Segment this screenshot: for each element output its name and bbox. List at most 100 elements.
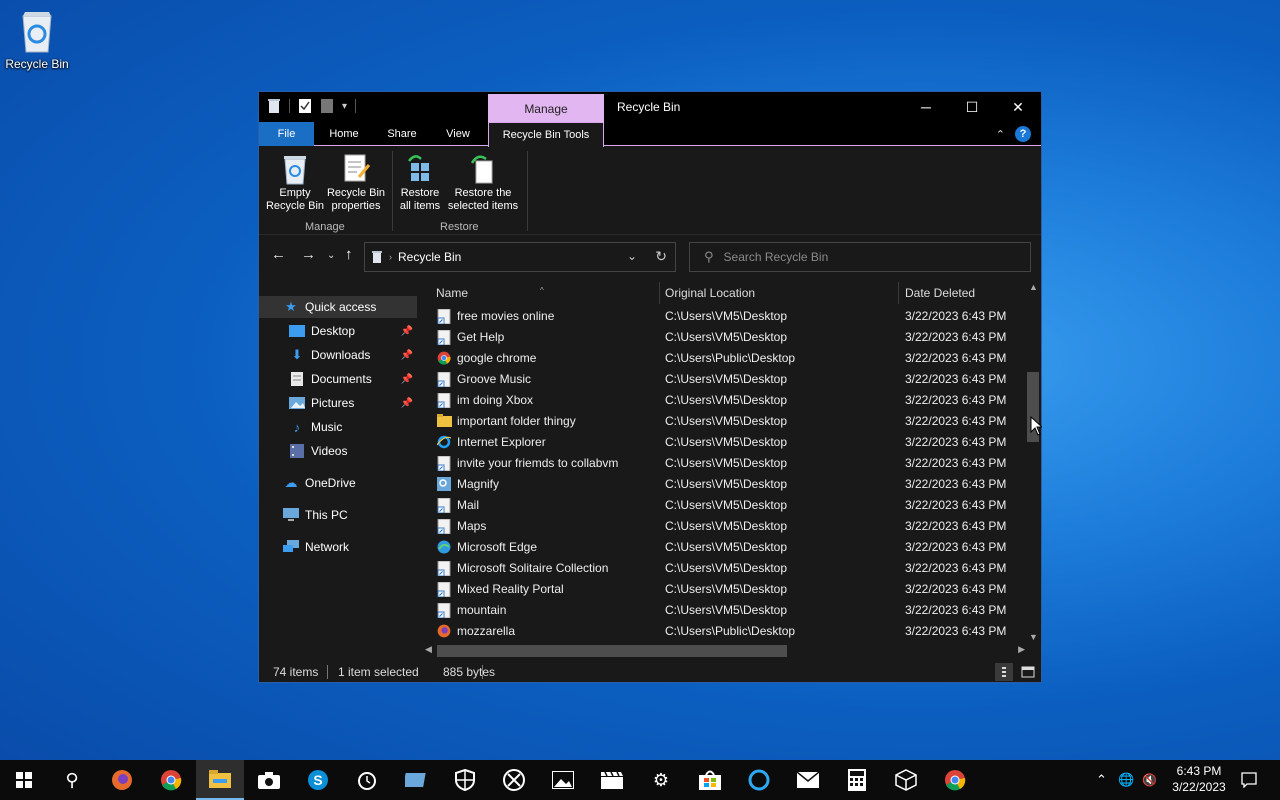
desktop-recycle-bin[interactable]: Recycle Bin [4,8,70,71]
nav-downloads[interactable]: ⬇ Downloads 📌 [259,344,417,366]
restore-all-button[interactable]: Restore all items [395,153,445,213]
column-name[interactable]: Name [436,286,468,300]
nav-videos[interactable]: Videos [259,440,417,462]
pin-icon[interactable]: 📌 [401,350,413,361]
details-view-icon[interactable] [995,663,1013,681]
empty-recycle-bin-button[interactable]: Empty Recycle Bin [265,153,325,213]
nav-desktop[interactable]: Desktop 📌 [259,320,417,342]
tab-file[interactable]: File [259,122,314,146]
alarms-taskbar-button[interactable] [343,760,391,800]
column-date[interactable]: Date Deleted [905,286,975,300]
table-row[interactable]: Maps C:\Users\VM5\Desktop 3/22/2023 6:43 P… [435,516,1025,537]
back-button[interactable]: ← [271,246,286,263]
chrome-taskbar-button[interactable] [147,760,195,800]
table-row[interactable]: important folder thingy C:\Users\VM5\Desk… [435,411,1025,432]
collapse-ribbon-icon[interactable]: ⌃ [996,128,1005,141]
table-row[interactable]: Magnify C:\Users\VM5\Desktop 3/22/2023 6:4… [435,474,1025,495]
skype-taskbar-button[interactable]: S [294,760,342,800]
address-dropdown-icon[interactable]: ⌄ [627,249,637,263]
calculator-taskbar-button[interactable] [833,760,881,800]
column-location[interactable]: Original Location [665,286,755,300]
nav-quick-access[interactable]: ★ Quick access [259,296,417,318]
table-row[interactable]: mountain C:\Users\VM5\Desktop 3/22/2023 6:… [435,600,1025,621]
maximize-button[interactable]: ☐ [949,92,995,122]
refresh-icon[interactable]: ↻ [655,248,667,265]
search-box[interactable]: ⚲ Search Recycle Bin [689,242,1031,272]
nav-music[interactable]: ♪ Music [259,416,417,438]
scroll-down-icon[interactable]: ▼ [1029,632,1038,642]
minimize-button[interactable]: ─ [903,92,949,122]
search-taskbar-button[interactable]: ⚲ [48,760,96,800]
mail-taskbar-button[interactable] [784,760,832,800]
volume-tray-button[interactable]: 🔇 [1142,760,1157,800]
help-icon[interactable]: ? [1015,126,1031,142]
settings-taskbar-button[interactable]: ⚙ [637,760,685,800]
table-row[interactable]: free movies online C:\Users\VM5\Desktop 3/… [435,306,1025,327]
start-button[interactable] [0,760,48,800]
store-taskbar-button[interactable] [686,760,734,800]
horizontal-scrollbar[interactable]: ◀ ▶ [421,642,1025,659]
action-center-button[interactable] [1234,760,1264,800]
recent-locations-button[interactable]: ⌄ [327,250,335,261]
camera-taskbar-button[interactable] [245,760,293,800]
up-button[interactable]: ↑ [345,246,353,263]
qat-dropdown-icon[interactable]: ▾ [342,101,347,112]
vertical-scrollbar[interactable]: ▲ ▼ [1025,280,1041,646]
security-taskbar-button[interactable] [441,760,489,800]
scroll-up-icon[interactable]: ▲ [1029,282,1038,292]
network-tray-button[interactable]: 🌐 [1118,760,1134,800]
tab-home[interactable]: Home [321,122,367,146]
chrome-alt-taskbar-button[interactable] [931,760,979,800]
xbox-taskbar-button[interactable] [490,760,538,800]
pin-icon[interactable]: 📌 [401,398,413,409]
column-divider[interactable] [898,282,899,304]
nav-onedrive[interactable]: ☁ OneDrive [259,472,417,494]
nav-documents[interactable]: Documents 📌 [259,368,417,390]
file-explorer-taskbar-button[interactable] [196,760,244,800]
tab-share[interactable]: Share [379,122,425,146]
breadcrumb-recycle-bin[interactable]: Recycle Bin [398,250,461,264]
close-button[interactable]: ✕ [995,92,1041,122]
magnify-icon [437,477,451,492]
cortana-taskbar-button[interactable] [735,760,783,800]
video-editor-taskbar-button[interactable] [588,760,636,800]
3d-viewer-taskbar-button[interactable] [882,760,930,800]
large-icons-view-icon[interactable] [1019,663,1037,681]
taskbar-clock[interactable]: 6:43 PM 3/22/2023 [1160,763,1238,795]
address-bar[interactable]: › Recycle Bin ⌄ ↻ [364,242,676,272]
new-folder-qat-icon[interactable] [320,98,334,114]
table-row[interactable]: Internet Explorer C:\Users\VM5\Desktop 3/2… [435,432,1025,453]
table-row[interactable]: invite your friemds to collabvm C:\Users\… [435,453,1025,474]
notes-taskbar-button[interactable] [392,760,440,800]
table-row[interactable]: mozzarella C:\Users\Public\Desktop 3/22/20… [435,621,1025,642]
table-row[interactable]: im doing Xbox C:\Users\VM5\Desktop 3/22/20… [435,390,1025,411]
table-row[interactable]: Groove Music C:\Users\VM5\Desktop 3/22/202… [435,369,1025,390]
pin-icon[interactable]: 📌 [401,326,413,337]
forward-button[interactable]: → [301,246,316,263]
breadcrumb-chevron-icon[interactable]: › [389,252,392,262]
restore-selected-button[interactable]: Restore the selected items [445,153,521,213]
nav-network[interactable]: Network [259,536,417,558]
table-row[interactable]: Mail C:\Users\VM5\Desktop 3/22/2023 6:43 P… [435,495,1025,516]
title-bar[interactable]: ▾ Manage Recycle Bin ─ ☐ ✕ [259,92,1041,122]
table-row[interactable]: Get Help C:\Users\VM5\Desktop 3/22/2023 6:… [435,327,1025,348]
table-row[interactable]: Microsoft Solitaire Collection C:\Users\V… [435,558,1025,579]
tab-recycle-bin-tools[interactable]: Recycle Bin Tools [488,122,604,147]
column-divider[interactable] [659,282,660,304]
scroll-left-icon[interactable]: ◀ [425,644,432,655]
photos-taskbar-button[interactable] [539,760,587,800]
file-original-location: C:\Users\VM5\Desktop [665,603,788,617]
table-row[interactable]: Microsoft Edge C:\Users\VM5\Desktop 3/22/2… [435,537,1025,558]
properties-qat-icon[interactable] [298,98,312,114]
horizontal-scroll-thumb[interactable] [437,645,787,657]
nav-this-pc[interactable]: This PC [259,504,417,526]
pin-icon[interactable]: 📌 [401,374,413,385]
table-row[interactable]: google chrome C:\Users\Public\Desktop 3/22… [435,348,1025,369]
tab-view[interactable]: View [435,122,481,146]
firefox-taskbar-button[interactable] [98,760,146,800]
recycle-bin-properties-button[interactable]: Recycle Bin properties [325,153,387,213]
show-hidden-icons-button[interactable]: ⌃ [1096,760,1107,800]
table-row[interactable]: Mixed Reality Portal C:\Users\VM5\Desktop… [435,579,1025,600]
scroll-right-icon[interactable]: ▶ [1018,644,1025,655]
nav-pictures[interactable]: Pictures 📌 [259,392,417,414]
